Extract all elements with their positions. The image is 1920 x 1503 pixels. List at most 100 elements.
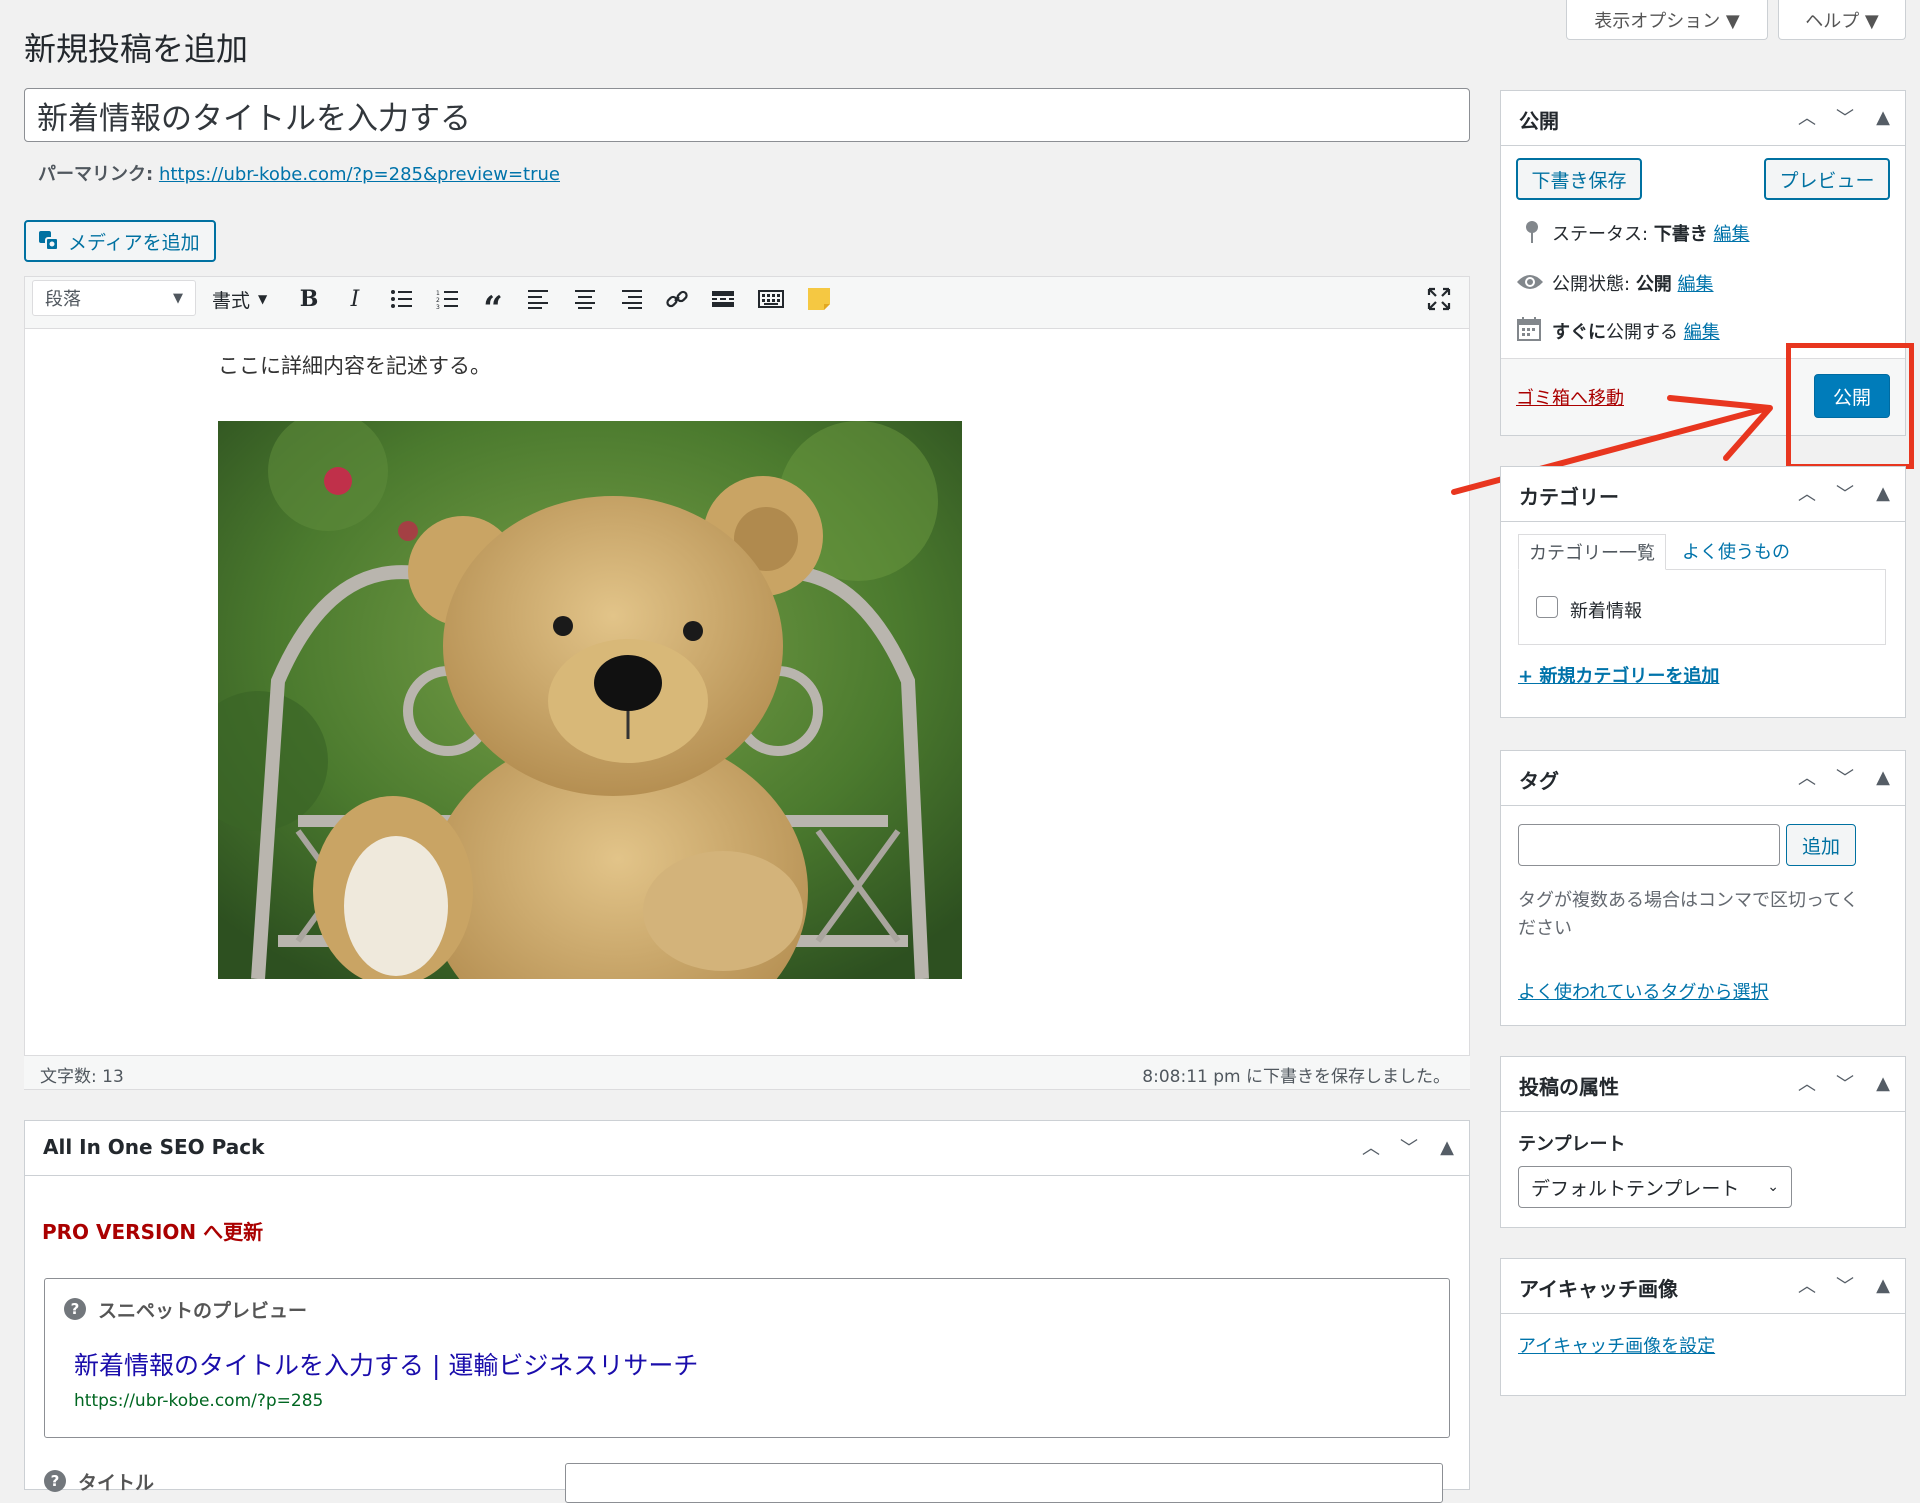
- tab-popular-categories[interactable]: よく使うもの: [1682, 538, 1790, 564]
- align-left-icon[interactable]: [524, 284, 554, 314]
- move-down-icon[interactable]: ﹀: [1397, 1135, 1421, 1159]
- tab-all-categories[interactable]: カテゴリー一覧: [1518, 534, 1666, 570]
- move-down-icon[interactable]: ﹀: [1833, 481, 1857, 505]
- post-title-input[interactable]: 新着情報のタイトルを入力する: [24, 88, 1470, 142]
- collapse-icon[interactable]: ▲: [1871, 765, 1895, 789]
- tags-panel-header[interactable]: タグ ︿ ﹀ ▲: [1501, 751, 1905, 806]
- move-down-icon[interactable]: ﹀: [1833, 1071, 1857, 1095]
- link-icon[interactable]: [662, 284, 692, 314]
- bullet-list-icon[interactable]: [386, 284, 416, 314]
- template-select-value: デフォルトテンプレート: [1531, 1177, 1740, 1200]
- save-draft-button[interactable]: 下書き保存: [1516, 158, 1642, 200]
- status-edit-link[interactable]: 編集: [1714, 224, 1750, 245]
- add-category-link[interactable]: + 新規カテゴリーを追加: [1518, 662, 1719, 688]
- svg-text:3: 3: [436, 304, 440, 309]
- visibility-value: 公開: [1635, 274, 1672, 295]
- italic-icon[interactable]: I: [340, 284, 370, 314]
- bold-icon[interactable]: B: [294, 284, 324, 314]
- seo-panel-title: All In One SEO Pack: [43, 1135, 265, 1159]
- schedule-bold: すぐに: [1552, 322, 1606, 343]
- seo-upgrade-link[interactable]: PRO VERSION へ更新: [42, 1216, 263, 1245]
- chevron-down-icon: ⌄: [1767, 1179, 1779, 1195]
- schedule-row: すぐに公開する 編集: [1552, 318, 1720, 344]
- read-more-icon[interactable]: [708, 284, 738, 314]
- attributes-panel-header[interactable]: 投稿の属性 ︿ ﹀ ▲: [1501, 1057, 1905, 1112]
- tag-input[interactable]: [1518, 824, 1780, 866]
- snippet-title: 新着情報のタイトルを入力する | 運輸ビジネスリサーチ: [74, 1351, 699, 1380]
- collapse-icon[interactable]: ▲: [1435, 1135, 1459, 1159]
- calendar-icon: [1516, 316, 1542, 342]
- annotation-highlight-box: [1786, 343, 1914, 469]
- add-tag-button[interactable]: 追加: [1786, 824, 1856, 866]
- help-circle-icon[interactable]: ?: [64, 1298, 86, 1320]
- schedule-edit-link[interactable]: 編集: [1684, 322, 1720, 343]
- template-label: テンプレート: [1518, 1134, 1626, 1155]
- keyboard-icon[interactable]: [756, 284, 786, 314]
- choose-tags-link[interactable]: よく使われているタグから選択: [1518, 978, 1769, 1004]
- publish-panel-header[interactable]: 公開 ︿ ﹀ ▲: [1501, 91, 1905, 146]
- status-value: 下書き: [1653, 224, 1708, 245]
- snippet-url: https://ubr-kobe.com/?p=285: [74, 1391, 324, 1411]
- move-up-icon[interactable]: ︿: [1795, 1273, 1819, 1297]
- move-up-icon[interactable]: ︿: [1795, 1071, 1819, 1095]
- publish-panel-title: 公開: [1519, 109, 1559, 133]
- collapse-icon[interactable]: ▲: [1871, 481, 1895, 505]
- eye-icon: [1516, 272, 1544, 292]
- permalink-link[interactable]: https://ubr-kobe.com/?p=285&preview=true: [159, 164, 560, 185]
- move-down-icon[interactable]: ﹀: [1833, 765, 1857, 789]
- autosave-status: 8:08:11 pm に下書きを保存しました。: [1142, 1067, 1450, 1087]
- svg-text:2: 2: [436, 297, 440, 304]
- seo-panel-header[interactable]: All In One SEO Pack ︿ ﹀ ▲: [25, 1121, 1469, 1176]
- snippet-label: スニペットのプレビュー: [98, 1300, 308, 1322]
- align-right-icon[interactable]: [616, 284, 646, 314]
- category-checkbox[interactable]: [1536, 596, 1558, 618]
- visibility-edit-link[interactable]: 編集: [1678, 274, 1714, 295]
- category-panel-title: カテゴリー: [1519, 485, 1619, 509]
- blockquote-icon[interactable]: “: [478, 284, 508, 329]
- schedule-text: 公開する: [1606, 322, 1678, 343]
- move-up-icon[interactable]: ︿: [1795, 481, 1819, 505]
- move-up-icon[interactable]: ︿: [1795, 765, 1819, 789]
- permalink-label: パーマリンク:: [38, 164, 154, 185]
- status-row: ステータス: 下書き 編集: [1552, 220, 1750, 246]
- media-icon: [38, 230, 60, 252]
- move-up-icon[interactable]: ︿: [1795, 105, 1819, 129]
- screen-options-button[interactable]: 表示オプション ▼: [1566, 0, 1768, 40]
- help-circle-icon-2[interactable]: ?: [44, 1470, 66, 1492]
- align-center-icon[interactable]: [570, 284, 600, 314]
- move-up-icon[interactable]: ︿: [1359, 1135, 1383, 1159]
- tag-hint-line-1: タグが複数ある場合はコンマで区切ってく: [1518, 890, 1859, 911]
- help-button[interactable]: ヘルプ ▼: [1778, 0, 1906, 40]
- visibility-label: 公開状態:: [1552, 274, 1631, 295]
- page-title: 新規投稿を追加: [24, 30, 249, 68]
- editor-body-text[interactable]: ここに詳細内容を記述する。: [218, 350, 491, 380]
- numbered-list-icon[interactable]: 123: [432, 284, 462, 314]
- chevron-down-icon: ▼: [173, 290, 183, 306]
- move-down-icon[interactable]: ﹀: [1833, 105, 1857, 129]
- collapse-icon[interactable]: ▲: [1871, 1071, 1895, 1095]
- move-down-icon[interactable]: ﹀: [1833, 1273, 1857, 1297]
- collapse-icon[interactable]: ▲: [1871, 105, 1895, 129]
- dropdown-arrow-icon: ▼: [258, 292, 268, 306]
- word-count: 文字数: 13: [40, 1067, 124, 1087]
- seo-title-field-label: タイトル: [78, 1472, 155, 1494]
- featured-image-panel-header[interactable]: アイキャッチ画像 ︿ ﹀ ▲: [1501, 1259, 1905, 1314]
- add-media-button[interactable]: メディアを追加: [24, 220, 216, 262]
- template-select[interactable]: デフォルトテンプレート ⌄: [1518, 1166, 1792, 1208]
- sticky-note-icon[interactable]: [804, 284, 834, 314]
- seo-title-input[interactable]: [565, 1463, 1443, 1503]
- set-featured-image-link[interactable]: アイキャッチ画像を設定: [1518, 1332, 1715, 1358]
- svg-text:1: 1: [436, 290, 440, 297]
- attributes-panel-title: 投稿の属性: [1519, 1075, 1619, 1099]
- pin-icon: [1520, 219, 1544, 245]
- fullscreen-icon[interactable]: [1424, 284, 1454, 314]
- post-title-value: 新着情報のタイトルを入力する: [37, 100, 471, 137]
- preview-button[interactable]: プレビュー: [1764, 158, 1890, 200]
- teddy-bear-image[interactable]: [218, 421, 962, 979]
- category-panel-header[interactable]: カテゴリー ︿ ﹀ ▲: [1501, 467, 1905, 522]
- tag-hint-line-2: ださい: [1518, 918, 1572, 939]
- tags-panel-title: タグ: [1519, 769, 1559, 793]
- format-menu-button[interactable]: 書式 ▼: [212, 284, 267, 314]
- format-select[interactable]: 段落 ▼: [32, 280, 196, 316]
- collapse-icon[interactable]: ▲: [1871, 1273, 1895, 1297]
